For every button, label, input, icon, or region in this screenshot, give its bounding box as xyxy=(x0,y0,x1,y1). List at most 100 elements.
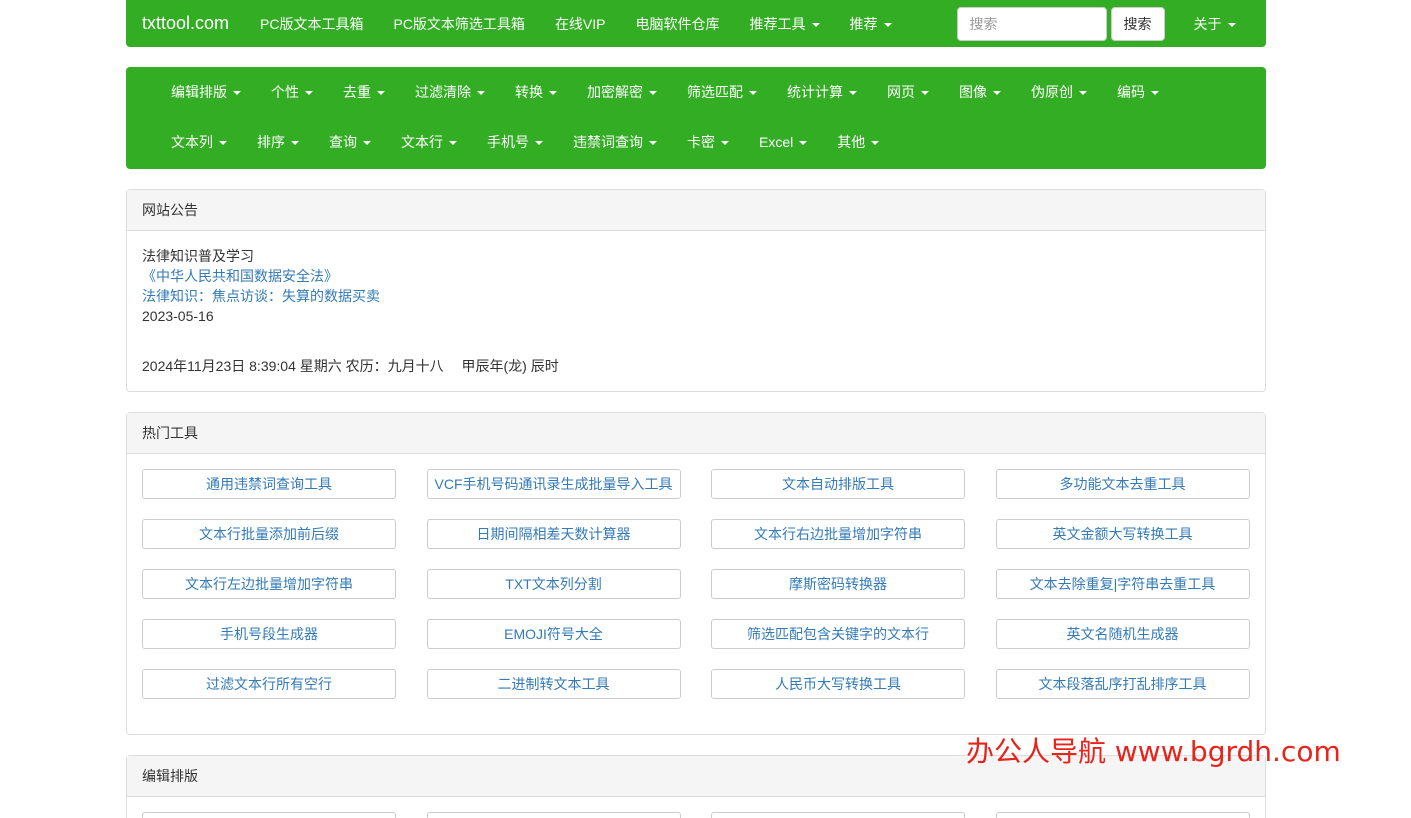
hot-tool-button[interactable]: EMOJI符号大全 xyxy=(426,619,681,649)
caret-down-icon xyxy=(849,91,857,96)
nav-dropdown-label: 关于 xyxy=(1193,15,1222,32)
hot-tools-grid: 通用违禁词查询工具 VCF手机号码通讯录生成批量导入工具 文本自动排版工具 多功能文本… xyxy=(127,454,1265,699)
caret-down-icon xyxy=(921,91,929,96)
watermark: 办公人导航 www.bgrdh.com xyxy=(966,735,1341,768)
category-dropdown[interactable]: 文本行 xyxy=(386,132,472,152)
category-label: 过滤清除 xyxy=(415,84,471,100)
category-dropdown[interactable]: 去重 xyxy=(328,82,400,102)
category-label: 排序 xyxy=(257,134,285,150)
brand-logo[interactable]: txttool.com xyxy=(126,13,245,34)
category-label: 去重 xyxy=(343,84,371,100)
hot-tools-panel: 热门工具 通用违禁词查询工具 VCF手机号码通讯录生成批量导入工具 文本自动排版工具… xyxy=(126,412,1266,735)
caret-down-icon xyxy=(305,91,313,96)
category-label: 编辑排版 xyxy=(171,84,227,100)
caret-down-icon xyxy=(549,91,557,96)
category-label: 文本行 xyxy=(401,134,443,150)
category-dropdown[interactable]: 转换 xyxy=(500,82,572,102)
nav-link-pc-filter-toolbox[interactable]: PC版文本筛选工具箱 xyxy=(378,14,539,34)
caret-down-icon xyxy=(233,91,241,96)
hot-tool-button[interactable]: 日期间隔相差天数计算器 xyxy=(426,519,681,549)
category-dropdown[interactable]: 查询 xyxy=(314,132,386,152)
hot-tool-button[interactable]: 文本行右边批量增加字符串 xyxy=(711,519,965,549)
caret-down-icon xyxy=(291,141,299,146)
notice-date: 2023-05-16 xyxy=(142,308,214,324)
caret-down-icon xyxy=(449,141,457,146)
category-dropdown[interactable]: 排序 xyxy=(242,132,314,152)
category-dropdown[interactable]: 统计计算 xyxy=(772,82,872,102)
current-datetime: 2024年11月23日 8:39:04 星期六 农历：九月十八 甲辰年(龙) 辰… xyxy=(142,358,559,374)
search-button[interactable]: 搜索 xyxy=(1110,6,1165,41)
caret-down-icon xyxy=(993,91,1001,96)
category-dropdown[interactable]: 卡密 xyxy=(672,132,744,152)
category-label: 筛选匹配 xyxy=(687,84,743,100)
caret-down-icon xyxy=(721,141,729,146)
hot-tool-button[interactable]: 手机号段生成器 xyxy=(142,619,396,649)
category-dropdown[interactable]: 个性 xyxy=(256,82,328,102)
category-label: 转换 xyxy=(515,84,543,100)
notice-link-legal-knowledge[interactable]: 法律知识：焦点访谈：失算的数据买卖 xyxy=(142,286,1250,306)
category-dropdown[interactable]: 手机号 xyxy=(472,132,558,152)
category-dropdown[interactable]: 筛选匹配 xyxy=(672,82,772,102)
category-label: 图像 xyxy=(959,84,987,100)
hot-tool-button[interactable]: TXT文本列分割 xyxy=(426,569,681,599)
category-dropdown[interactable]: Excel xyxy=(744,134,822,150)
category-label: 个性 xyxy=(271,84,299,100)
caret-down-icon xyxy=(1079,91,1087,96)
category-dropdown[interactable]: 加密解密 xyxy=(572,82,672,102)
caret-down-icon xyxy=(883,22,892,27)
category-dropdown[interactable]: 其他 xyxy=(822,132,894,152)
search-input[interactable] xyxy=(956,6,1107,41)
notice-link-data-security-law[interactable]: 《中华人民共和国数据安全法》 xyxy=(142,266,1250,286)
tool-button[interactable] xyxy=(142,812,396,818)
nav-dropdown-recommended[interactable]: 推荐 xyxy=(835,14,907,34)
hot-tool-button[interactable]: 人民币大写转换工具 xyxy=(711,669,965,699)
notice-body: 法律知识普及学习 《中华人民共和国数据安全法》 法律知识：焦点访谈：失算的数据买… xyxy=(127,231,1265,391)
tool-button[interactable] xyxy=(711,812,965,818)
notice-heading: 法律知识普及学习 xyxy=(142,248,254,264)
hot-tool-button[interactable]: 过滤文本行所有空行 xyxy=(142,669,396,699)
category-label: 手机号 xyxy=(487,134,529,150)
nav-dropdown-recommended-tools[interactable]: 推荐工具 xyxy=(735,14,835,34)
hot-tool-button[interactable]: 多功能文本去重工具 xyxy=(995,469,1250,499)
hot-tool-button[interactable]: 通用违禁词查询工具 xyxy=(142,469,396,499)
hot-tool-button[interactable]: 摩斯密码转换器 xyxy=(711,569,965,599)
hot-tools-title: 热门工具 xyxy=(127,413,1265,454)
tool-button[interactable] xyxy=(995,812,1250,818)
nav-link-pc-toolbox[interactable]: PC版文本工具箱 xyxy=(245,14,378,34)
category-label: 卡密 xyxy=(687,134,715,150)
hot-tool-button[interactable]: 文本段落乱序打乱排序工具 xyxy=(995,669,1250,699)
category-label: 编码 xyxy=(1117,84,1145,100)
hot-tool-button[interactable]: VCF手机号码通讯录生成批量导入工具 xyxy=(426,469,681,499)
hot-tool-button[interactable]: 英文金额大写转换工具 xyxy=(995,519,1250,549)
tool-button[interactable] xyxy=(426,812,681,818)
category-row-1: 编辑排版 个性 去重 过滤清除 转换 加密解密 筛选匹配 统计计算 网页 图像 伪原创 编码 xyxy=(156,67,1236,117)
caret-down-icon xyxy=(477,91,485,96)
category-dropdown[interactable]: 编辑排版 xyxy=(156,82,256,102)
category-dropdown[interactable]: 图像 xyxy=(944,82,1016,102)
hot-tool-button[interactable]: 筛选匹配包含关键字的文本行 xyxy=(711,619,965,649)
caret-down-icon xyxy=(799,141,808,146)
hot-tool-button[interactable]: 文本行批量添加前后缀 xyxy=(142,519,396,549)
category-navbar: 编辑排版 个性 去重 过滤清除 转换 加密解密 筛选匹配 统计计算 网页 图像 伪原创 编码 文本列 排… xyxy=(126,67,1266,169)
hot-tool-button[interactable]: 英文名随机生成器 xyxy=(995,619,1250,649)
category-label: 违禁词查询 xyxy=(573,134,643,150)
category-dropdown[interactable]: 编码 xyxy=(1102,82,1174,102)
nav-dropdown-label: 推荐工具 xyxy=(749,15,806,32)
nav-link-software-store[interactable]: 电脑软件仓库 xyxy=(621,14,735,34)
category-dropdown[interactable]: 伪原创 xyxy=(1016,82,1102,102)
category-dropdown[interactable]: 网页 xyxy=(872,82,944,102)
category-dropdown[interactable]: 违禁词查询 xyxy=(558,132,672,152)
category-label: 其他 xyxy=(837,134,866,150)
hot-tool-button[interactable]: 文本去除重复|字符串去重工具 xyxy=(995,569,1250,599)
nav-link-vip[interactable]: 在线VIP xyxy=(540,14,621,34)
category-label: 伪原创 xyxy=(1031,84,1073,100)
category-label: 查询 xyxy=(329,134,357,150)
hot-tool-button[interactable]: 二进制转文本工具 xyxy=(426,669,681,699)
hot-tool-button[interactable]: 文本自动排版工具 xyxy=(711,469,965,499)
category-dropdown[interactable]: 文本列 xyxy=(156,132,242,152)
hot-tool-button[interactable]: 文本行左边批量增加字符串 xyxy=(142,569,396,599)
caret-down-icon xyxy=(811,22,820,27)
top-navbar: txttool.com PC版文本工具箱 PC版文本筛选工具箱 在线VIP 电脑… xyxy=(126,0,1266,47)
nav-dropdown-about[interactable]: 关于 xyxy=(1179,14,1251,34)
category-dropdown[interactable]: 过滤清除 xyxy=(400,82,500,102)
